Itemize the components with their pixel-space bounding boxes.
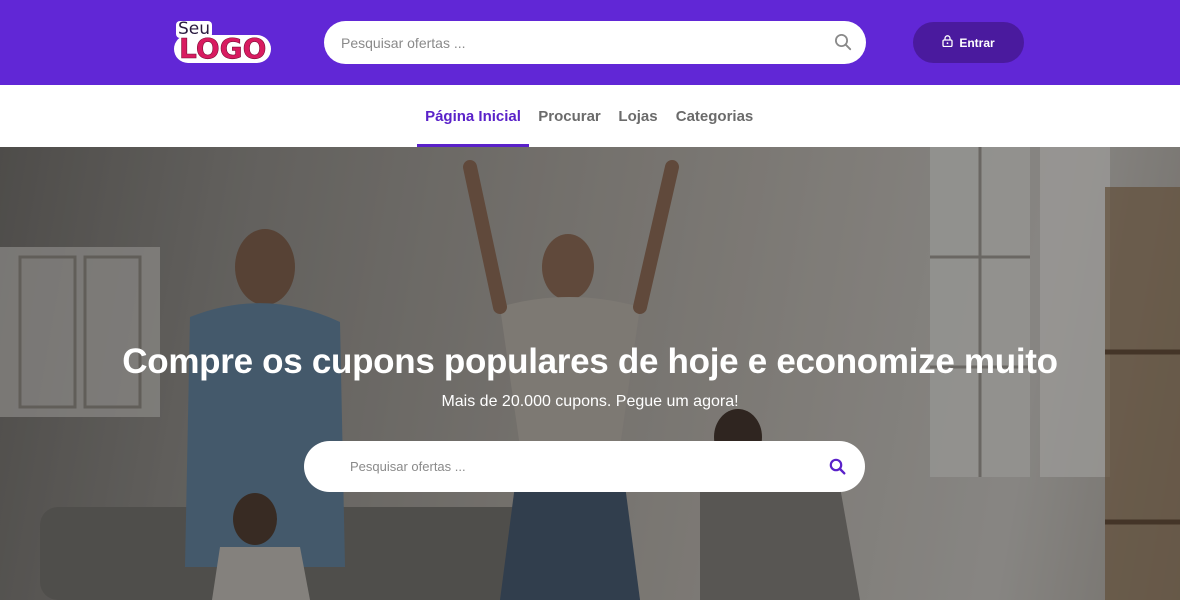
hero-search-input[interactable] [350, 459, 790, 474]
hero-title: Compre os cupons populares de hoje e eco… [122, 342, 1058, 381]
header-search-input[interactable] [341, 34, 811, 51]
nav-stores[interactable]: Lojas [614, 85, 662, 147]
nav-home[interactable]: Página Inicial [417, 85, 529, 147]
search-icon[interactable] [834, 33, 852, 51]
login-label: Entrar [959, 35, 995, 50]
hero-subtitle: Mais de 20.000 cupons. Pegue um agora! [441, 393, 739, 410]
logo-large-text: LOGO [174, 34, 272, 63]
top-header: Seu LOGO Entrar [0, 0, 1180, 85]
main-nav: Página Inicial Procurar Lojas Categorias [0, 85, 1180, 147]
header-search-bar [324, 21, 866, 64]
nav-search[interactable]: Procurar [536, 85, 603, 147]
hero-banner: Compre os cupons populares de hoje e eco… [0, 147, 1180, 600]
hero-search-bar [304, 441, 865, 492]
lock-icon [942, 35, 953, 50]
search-icon[interactable] [829, 458, 846, 475]
site-logo[interactable]: Seu LOGO [170, 18, 272, 66]
nav-categories[interactable]: Categorias [672, 85, 757, 147]
login-button[interactable]: Entrar [913, 22, 1024, 63]
